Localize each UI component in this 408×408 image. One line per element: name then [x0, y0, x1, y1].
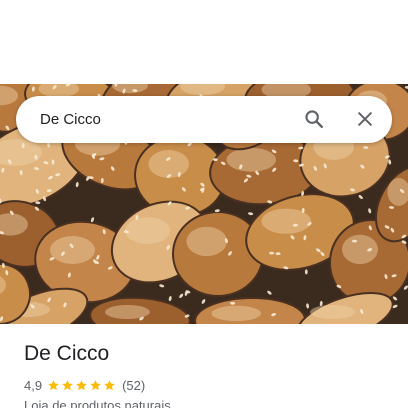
place-page: De Cicco 4,9 (52) Loja de produtos natur… [0, 0, 408, 408]
close-icon [358, 112, 372, 126]
star-icon [104, 379, 115, 390]
rating-value: 4,9 [24, 377, 43, 393]
search-icon [305, 110, 323, 128]
place-category[interactable]: Loja de produtos naturais [24, 398, 171, 408]
star-rating [47, 379, 117, 392]
place-info-panel: De Cicco 4,9 (52) Loja de produtos natur… [0, 324, 408, 408]
search-button[interactable] [298, 103, 330, 135]
search-bar [16, 96, 392, 143]
clear-search-button[interactable] [349, 103, 381, 135]
review-count[interactable]: (52) [122, 378, 145, 393]
rating-row[interactable]: 4,9 (52) [24, 376, 145, 394]
place-title[interactable]: De Cicco [24, 342, 109, 366]
star-icon [48, 379, 59, 390]
star-icon [90, 379, 101, 390]
star-icon [76, 379, 87, 390]
search-input[interactable] [40, 96, 280, 143]
star-icon [62, 379, 73, 390]
top-blank-area [0, 0, 408, 84]
